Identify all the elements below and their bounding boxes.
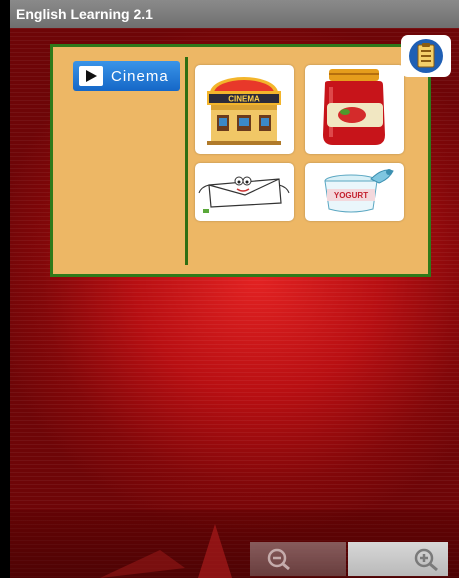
play-icon (79, 66, 103, 86)
card-yogurt[interactable]: YOGURT (305, 163, 404, 221)
app-screen: English Learning 2.1 Cinema CINEMA YOGUR… (10, 0, 459, 578)
cartoon-envelope-icon (198, 176, 290, 213)
word-play-button[interactable]: Cinema (73, 61, 180, 91)
card-cinema[interactable]: CINEMA (195, 65, 294, 154)
cinema-building-icon: CINEMA (207, 77, 281, 145)
zoom-in-button[interactable] (348, 542, 448, 576)
jam-jar-icon (323, 69, 385, 145)
cinema-sign: CINEMA (228, 95, 260, 104)
bottom-bar (10, 510, 459, 578)
zoom-in-icon (414, 548, 438, 572)
word-label: Cinema (111, 67, 169, 85)
card-jam[interactable] (305, 65, 404, 154)
yogurt-cup-icon: YOGURT (324, 169, 394, 213)
card-envelope[interactable] (195, 163, 294, 221)
notes-button[interactable] (401, 35, 451, 77)
yogurt-label: YOGURT (334, 191, 368, 200)
zoom-out-icon (267, 548, 290, 571)
board-divider (185, 57, 188, 265)
app-title: English Learning 2.1 (16, 6, 153, 22)
title-bar: English Learning 2.1 (10, 0, 459, 28)
zoom-out-button[interactable] (250, 542, 346, 576)
notes-list-icon (409, 39, 443, 73)
learning-board: Cinema CINEMA YOGURT (50, 44, 431, 277)
